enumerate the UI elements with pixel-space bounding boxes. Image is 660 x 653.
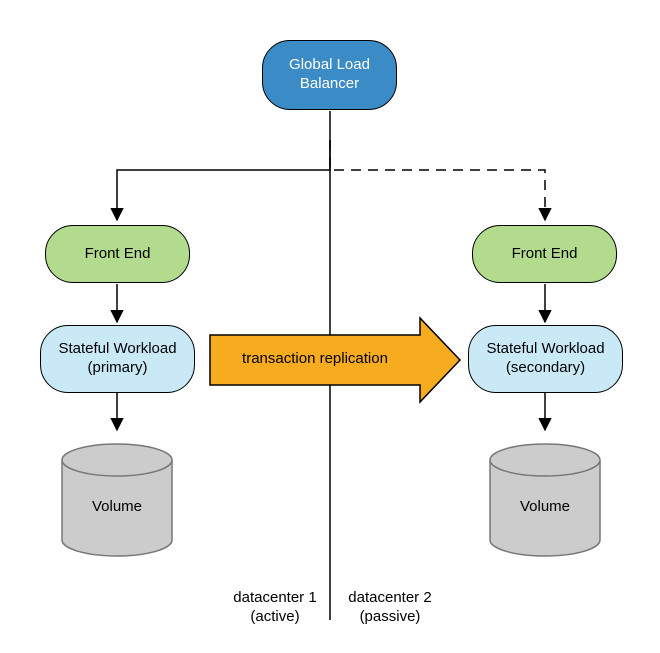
datacenter-1-label: datacenter 1 (active): [225, 570, 325, 626]
volume-left-label: Volume: [62, 498, 172, 517]
transaction-replication-label: transaction replication: [210, 350, 420, 369]
datacenter-2-label: datacenter 2 (passive): [340, 570, 440, 626]
node-label: Stateful Workload (secondary): [486, 340, 604, 378]
node-global-load-balancer: Global Load Balancer: [262, 40, 397, 110]
node-label: Stateful Workload (primary): [58, 340, 176, 378]
node-label: Front End: [85, 245, 151, 264]
node-workload-primary: Stateful Workload (primary): [40, 325, 195, 393]
volume-right-label: Volume: [490, 498, 600, 517]
diagram-canvas: Global Load Balancer Front End Front End…: [0, 0, 660, 653]
node-label: Front End: [512, 245, 578, 264]
node-front-end-left: Front End: [45, 225, 190, 283]
node-label: Global Load Balancer: [289, 56, 370, 94]
node-front-end-right: Front End: [472, 225, 617, 283]
node-workload-secondary: Stateful Workload (secondary): [468, 325, 623, 393]
